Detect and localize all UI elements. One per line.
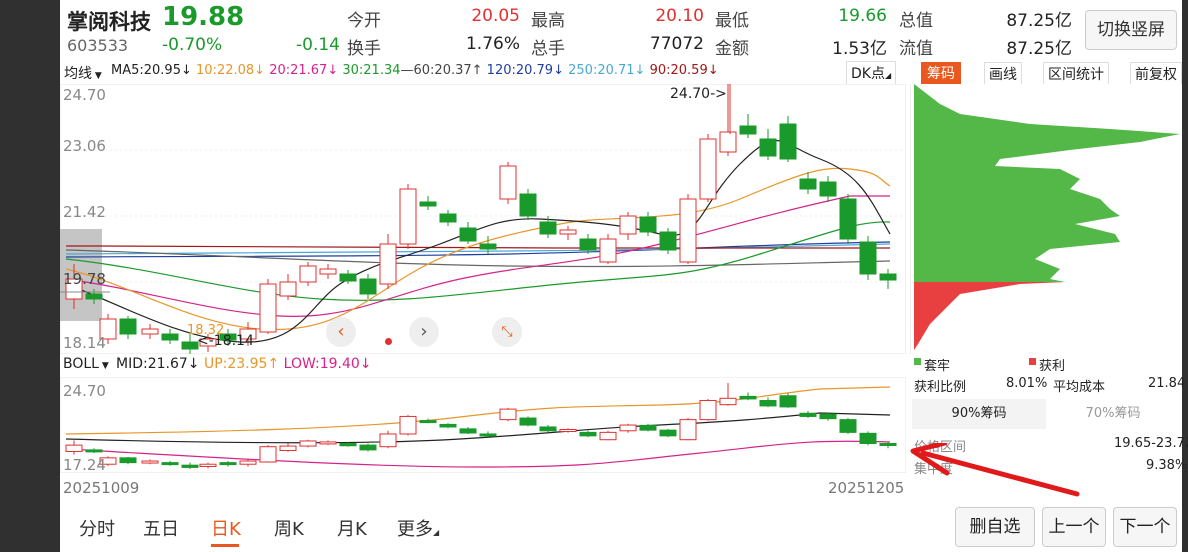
boll-low-value: LOW:19.40↓	[283, 356, 372, 372]
boll-selector[interactable]: BOLL ▼	[63, 356, 109, 372]
boll-mid-value: MID:21.67↓	[116, 356, 200, 372]
profit-legend: 获利	[1039, 359, 1066, 374]
stock-price: 19.88	[162, 2, 245, 32]
tab-intraday[interactable]: 分时	[79, 515, 115, 541]
stat-label-volume: 总手	[531, 39, 565, 59]
stat-value-high: 20.10	[655, 6, 704, 26]
next-stock-button[interactable]: 下一个	[1113, 507, 1177, 547]
tab-more[interactable]: 更多◢	[397, 515, 439, 541]
y-tick-1: 24.70	[63, 86, 106, 104]
boll-chart[interactable]	[60, 377, 906, 473]
remove-watchlist-button[interactable]: 删自选	[955, 507, 1035, 547]
stock-name: 掌阅科技	[67, 10, 151, 34]
dropdown-icon: ▼	[92, 71, 102, 81]
stat-label-open: 今开	[347, 11, 381, 31]
boll-y-tick-top: 24.70	[63, 382, 106, 400]
stat-label-low: 最低	[715, 11, 749, 31]
boll-y-tick-bottom: 17.24	[63, 456, 106, 474]
ma90-value: 90:20.59↓	[649, 63, 719, 78]
dk-point-label: DK点	[851, 66, 885, 82]
high-price-marker: 24.70->	[670, 86, 727, 102]
date-end: 20251205	[828, 479, 905, 497]
corner-arrow-icon: ◢	[433, 528, 440, 537]
trapped-legend: 套牢	[924, 359, 951, 374]
stat-value-low: 19.66	[838, 6, 887, 26]
avg-cost-value: 21.84	[1148, 376, 1186, 391]
tab-90-chips[interactable]: 90%筹码	[912, 399, 1046, 429]
profit-swatch	[1029, 358, 1036, 365]
profit-ratio-label: 获利比例	[914, 380, 967, 395]
stock-code: 603533	[67, 36, 129, 55]
forward-adjust-button[interactable]: 前复权	[1130, 62, 1182, 86]
draw-line-button[interactable]: 画线	[984, 62, 1022, 86]
ma-values: MA5:20.95↓ 10:22.08↓ 20:21.67↓ 30:21.34—…	[111, 63, 719, 78]
tab-70-chips[interactable]: 70%筹码	[1046, 399, 1180, 429]
ma120-value: 120:20.79↓	[486, 63, 564, 78]
ma250-value: 250:20.71↓	[568, 63, 646, 78]
stat-label-total-value: 总值	[899, 11, 933, 31]
chevron-left-icon: ‹	[337, 321, 345, 342]
stat-label-high: 最高	[531, 11, 565, 31]
ma10-value: 10:22.08↓	[196, 63, 266, 78]
boll-up-value: UP:23.95↑	[203, 356, 280, 372]
current-position-dot	[385, 338, 392, 345]
low-price-value: 18.14	[213, 333, 254, 349]
annotation-arrow-icon	[910, 443, 1080, 497]
shrink-icon: ⤡	[501, 324, 513, 340]
ma60-value: —60:20.37↑	[400, 63, 483, 78]
tab-weekly-k[interactable]: 周K	[274, 515, 304, 541]
tab-monthly-k[interactable]: 月K	[337, 515, 367, 541]
stat-label-turnover: 换手	[347, 39, 381, 59]
active-tab-indicator	[211, 544, 239, 547]
kline-chart[interactable]	[60, 84, 906, 354]
stat-value-open: 20.05	[471, 6, 520, 26]
low-price-marker: <-18.14	[197, 333, 254, 349]
ma-selector-label: 均线	[64, 66, 92, 82]
y-tick-2: 23.06	[63, 137, 106, 155]
tab-five-day[interactable]: 五日	[143, 515, 179, 541]
stat-value-volume: 77072	[649, 34, 704, 54]
stat-value-amount: 1.53亿	[832, 39, 887, 59]
tab-daily-k[interactable]: 日K	[211, 515, 241, 541]
tab-more-label: 更多	[397, 519, 433, 540]
stat-value-float-value: 87.25亿	[1006, 39, 1072, 59]
profit-ratio-value: 8.01%	[1006, 376, 1048, 391]
ma30-value: 30:21.34	[342, 63, 401, 78]
chip-distribution-chart	[910, 84, 1182, 354]
stat-label-float-value: 流值	[899, 39, 933, 59]
price-range-value: 19.65-23.72	[1114, 436, 1188, 451]
ma20-value: 20:21.67↓	[269, 63, 339, 78]
stat-value-turnover: 1.76%	[465, 34, 520, 54]
stat-label-amount: 金额	[715, 39, 749, 59]
stat-value-total-value: 87.25亿	[1006, 11, 1072, 31]
chip-distribution-button[interactable]: 筹码	[921, 62, 961, 84]
ma-selector[interactable]: 均线 ▼	[64, 63, 102, 83]
dropdown-icon: ▼	[98, 361, 109, 371]
collapse-button[interactable]: ⤡	[492, 317, 522, 347]
chevron-right-icon: ›	[420, 321, 428, 342]
scroll-left-button[interactable]: ‹	[326, 317, 356, 347]
y-tick-5: 18.14	[63, 334, 106, 352]
corner-arrow-icon: ◢	[884, 71, 892, 80]
left-dark-edge	[0, 0, 60, 552]
boll-values: MID:21.67↓ UP:23.95↑ LOW:19.40↓	[116, 356, 372, 372]
trapped-swatch	[914, 358, 921, 365]
change-amount: -0.14	[296, 35, 340, 55]
scroll-right-button[interactable]: ›	[409, 317, 439, 347]
y-tick-3: 21.42	[63, 203, 106, 221]
ma5-value: MA5:20.95↓	[111, 63, 192, 78]
previous-stock-button[interactable]: 上一个	[1042, 507, 1106, 547]
crosshair-price-label: 19.78	[63, 270, 106, 288]
date-start: 20251009	[63, 479, 140, 497]
boll-selector-label: BOLL	[63, 356, 99, 372]
range-stats-button[interactable]: 区间统计	[1043, 62, 1109, 86]
dk-point-selector[interactable]: DK点◢	[846, 61, 897, 85]
concentration-value: 9.38%	[1146, 458, 1188, 473]
change-percent: -0.70%	[162, 35, 223, 55]
switch-portrait-button[interactable]: 切换竖屏	[1085, 10, 1177, 50]
avg-cost-label: 平均成本	[1053, 380, 1106, 395]
